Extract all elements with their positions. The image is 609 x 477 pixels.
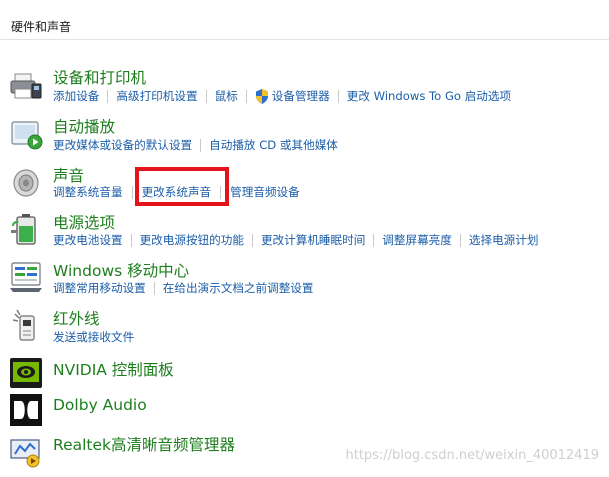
add-device-link[interactable]: 添加设备	[53, 88, 99, 104]
speaker-icon[interactable]	[9, 166, 43, 200]
link-separator	[245, 89, 247, 103]
advanced-printer-setup-link[interactable]: 高级打印机设置	[116, 88, 197, 104]
autoplay-links: 更改媒体或设备的默认设置 自动播放 CD 或其他媒体	[53, 137, 338, 153]
uac-shield-icon	[255, 88, 269, 104]
change-power-buttons-link[interactable]: 更改电源按钮的功能	[140, 232, 244, 248]
link-separator	[337, 89, 339, 103]
infrared-icon[interactable]	[9, 308, 43, 342]
manage-audio-devices-link[interactable]: 管理音频设备	[230, 184, 300, 200]
autoplay-cd-link[interactable]: 自动播放 CD 或其他媒体	[209, 137, 338, 153]
nvidia-icon[interactable]	[9, 356, 43, 390]
change-media-defaults-link[interactable]: 更改媒体或设备的默认设置	[53, 137, 192, 153]
device-manager-link[interactable]: 设备管理器	[255, 88, 330, 104]
power-title[interactable]: 电源选项	[53, 211, 115, 233]
mobility-title[interactable]: Windows 移动中心	[53, 259, 189, 281]
link-separator	[205, 89, 207, 103]
realtek-title[interactable]: Realtek高清晰音频管理器	[53, 433, 235, 455]
device-manager-label: 设备管理器	[271, 89, 330, 103]
page-header: 硬件和声音	[0, 0, 609, 40]
send-receive-files-link[interactable]: 发送或接收文件	[53, 329, 134, 345]
infrared-links: 发送或接收文件	[53, 329, 134, 345]
adjust-volume-link[interactable]: 调整系统音量	[53, 184, 123, 200]
mobility-links: 调整常用移动设置 在给出演示文档之前调整设置	[53, 280, 314, 296]
mouse-link[interactable]: 鼠标	[215, 88, 238, 104]
mobility-center-icon[interactable]	[9, 260, 43, 294]
highlight-box	[135, 167, 229, 206]
adjust-mobility-settings-link[interactable]: 调整常用移动设置	[53, 280, 146, 296]
change-battery-settings-link[interactable]: 更改电池设置	[53, 232, 123, 248]
autoplay-icon[interactable]	[9, 117, 43, 151]
link-separator	[200, 138, 202, 152]
infrared-title[interactable]: 红外线	[53, 307, 100, 329]
printer-icon[interactable]	[9, 70, 43, 104]
choose-power-plan-link[interactable]: 选择电源计划	[469, 232, 539, 248]
watermark: https://blog.csdn.net/weixin_40012419	[345, 448, 599, 463]
link-separator	[373, 233, 375, 247]
dolby-icon[interactable]	[9, 393, 43, 427]
link-separator	[153, 281, 155, 295]
battery-icon[interactable]	[9, 212, 43, 246]
devices-links: 添加设备 高级打印机设置 鼠标 设备管理器 更改 Windows To Go 启…	[53, 88, 511, 104]
link-separator	[459, 233, 461, 247]
link-separator	[131, 185, 133, 199]
devices-printers-title[interactable]: 设备和打印机	[53, 66, 146, 88]
presentation-settings-link[interactable]: 在给出演示文档之前调整设置	[163, 280, 314, 296]
power-links: 更改电池设置 更改电源按钮的功能 更改计算机睡眠时间 调整屏幕亮度 选择电源计划	[53, 232, 538, 248]
dolby-title[interactable]: Dolby Audio	[53, 396, 147, 414]
link-separator	[130, 233, 132, 247]
realtek-icon[interactable]	[9, 434, 43, 468]
link-separator	[251, 233, 253, 247]
autoplay-title[interactable]: 自动播放	[53, 115, 115, 137]
page-title: 硬件和声音	[11, 20, 72, 34]
nvidia-title[interactable]: NVIDIA 控制面板	[53, 358, 174, 380]
sound-title[interactable]: 声音	[53, 164, 84, 186]
adjust-brightness-link[interactable]: 调整屏幕亮度	[382, 232, 452, 248]
link-separator	[107, 89, 109, 103]
change-sleep-time-link[interactable]: 更改计算机睡眠时间	[261, 232, 365, 248]
windows-to-go-link[interactable]: 更改 Windows To Go 启动选项	[347, 88, 511, 104]
